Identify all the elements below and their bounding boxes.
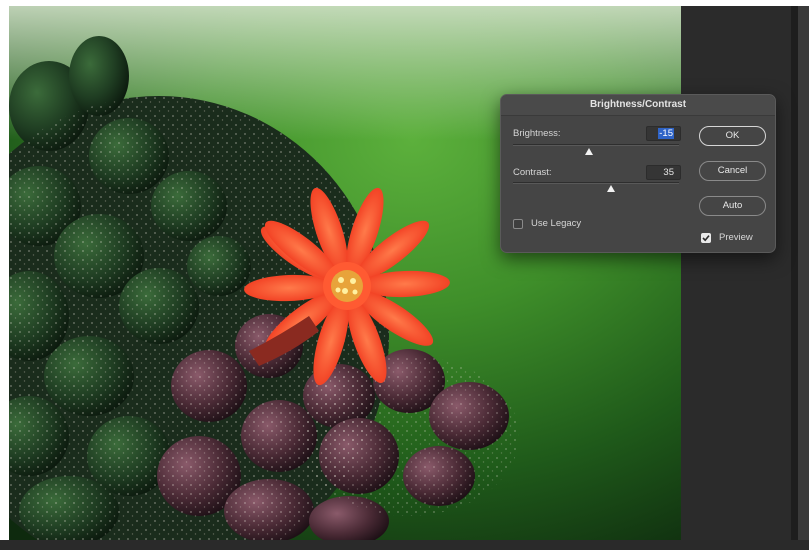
status-bar xyxy=(0,540,809,550)
checkmark-icon xyxy=(702,235,710,242)
right-panel xyxy=(681,6,791,540)
contrast-slider-thumb[interactable] xyxy=(606,185,615,192)
preview-label: Preview xyxy=(719,232,753,243)
left-margin xyxy=(0,0,9,550)
brightness-contrast-dialog: Brightness/Contrast Brightness: -15 Cont… xyxy=(500,94,776,253)
image-canvas[interactable] xyxy=(9,6,681,540)
dialog-title[interactable]: Brightness/Contrast xyxy=(501,95,775,116)
contrast-slider-track[interactable] xyxy=(513,182,679,184)
cactus-photo xyxy=(9,6,681,540)
contrast-label: Contrast: xyxy=(513,167,552,178)
brightness-slider-thumb[interactable] xyxy=(585,148,594,155)
use-legacy-label: Use Legacy xyxy=(531,218,582,229)
workspace xyxy=(0,0,809,550)
brightness-slider-track[interactable] xyxy=(513,144,679,146)
auto-button[interactable]: Auto xyxy=(699,196,766,216)
use-legacy-checkbox[interactable] xyxy=(513,219,523,229)
panel-scrollbar[interactable] xyxy=(791,6,798,540)
contrast-input[interactable]: 35 xyxy=(646,165,681,180)
ok-button[interactable]: OK xyxy=(699,126,766,146)
contrast-value: 35 xyxy=(663,167,674,178)
brightness-label: Brightness: xyxy=(513,128,561,139)
cancel-button[interactable]: Cancel xyxy=(699,161,766,181)
panel-edge xyxy=(798,6,809,540)
brightness-value: -15 xyxy=(658,128,674,139)
brightness-input[interactable]: -15 xyxy=(646,126,681,141)
preview-checkbox[interactable] xyxy=(701,233,711,243)
